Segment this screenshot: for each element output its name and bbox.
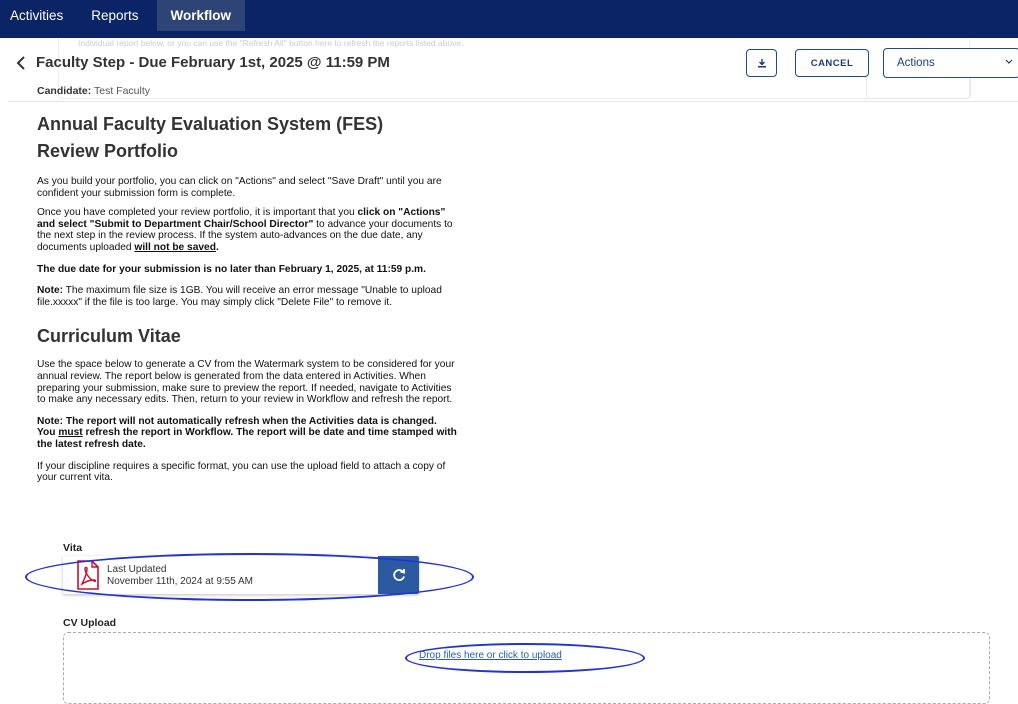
vita-label: Vita [63, 542, 83, 554]
cv-intro-text: Use the space below to generate a CV fro… [37, 359, 455, 406]
chevron-down-icon [1005, 59, 1013, 64]
cv-upload-label: CV Upload [63, 617, 117, 629]
cancel-button[interactable]: CANCEL [795, 49, 869, 77]
due-date-text: The due date for your submission is no l… [37, 263, 426, 275]
actions-label: Actions [897, 57, 935, 69]
tab-workflow[interactable]: Workflow [156, 0, 246, 31]
section-title: Annual Faculty Evaluation System (FES) [37, 114, 384, 134]
cv-refresh-note: Note: The report will not automatically … [37, 415, 457, 450]
refresh-icon [392, 569, 405, 581]
tab-reports[interactable]: Reports [77, 0, 152, 31]
candidate-label: Candidate: [37, 85, 92, 97]
header-divider [8, 101, 1018, 102]
top-nav: Activities Reports Workflow [0, 0, 1018, 38]
vita-report-card[interactable]: Last Updated November 11th, 2024 at 9:55… [63, 556, 419, 594]
portfolio-intro-text: As you build your portfolio, you can cli… [37, 176, 442, 199]
download-button[interactable] [746, 49, 777, 77]
cv-upload-dropzone[interactable] [63, 632, 990, 704]
main-content: Annual Faculty Evaluation System (FES) R… [37, 113, 457, 484]
pdf-file-icon [77, 560, 99, 590]
page-title: Faculty Step - Due February 1st, 2025 @ … [36, 54, 390, 71]
candidate-name: Test Faculty [94, 85, 151, 97]
actions-dropdown[interactable]: Actions [883, 48, 1018, 78]
cv-heading: Curriculum Vitae [37, 326, 181, 347]
section-subtitle: Review Portfolio [37, 141, 179, 161]
last-updated-label: Last Updated [107, 564, 167, 575]
file-size-note: Note: The maximum file size is 1GB. You … [37, 285, 442, 308]
drop-files-link[interactable]: Drop files here or click to upload [419, 650, 562, 661]
download-icon [757, 59, 766, 68]
submit-instructions-text: Once you have completed your review port… [37, 207, 453, 253]
cv-format-text: If your discipline requires a specific f… [37, 460, 446, 484]
last-updated-value: November 11th, 2024 at 9:55 AM [107, 576, 254, 587]
back-chevron-icon[interactable] [14, 55, 28, 71]
tab-activities[interactable]: Activities [0, 0, 77, 31]
ghost-refresh-text: Individual report below, or you can use … [78, 38, 464, 48]
refresh-report-button[interactable] [378, 556, 419, 594]
candidate-line: Candidate: Test Faculty [37, 85, 150, 97]
